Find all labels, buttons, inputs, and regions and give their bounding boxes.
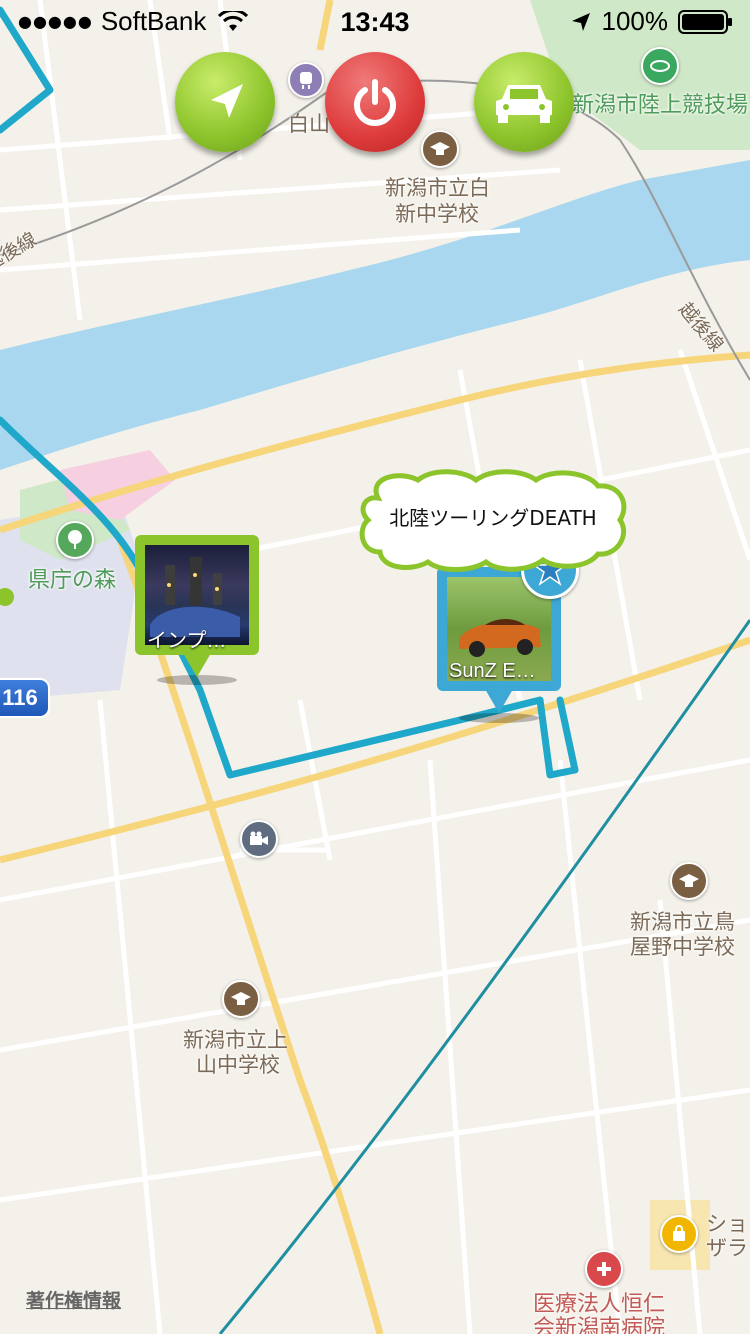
school-icon[interactable] [670, 862, 708, 900]
school-icon[interactable] [421, 130, 459, 168]
route-shield: 116 [0, 678, 50, 718]
car-icon [496, 85, 552, 123]
school-label-line2: 山中学校 [196, 1053, 280, 1077]
hospital-label-line1: 医療法人恒仁 [533, 1292, 666, 1317]
stadium-label: 新潟市陸上競技場 [572, 93, 749, 118]
school-label-line2: 屋野中学校 [630, 935, 735, 959]
car-button[interactable] [474, 52, 574, 152]
battery-percent: 100% [601, 6, 669, 36]
battery-icon [678, 9, 732, 34]
power-icon [354, 79, 396, 126]
school-label-line1: 新潟市立白 [385, 176, 490, 200]
photo-pin[interactable]: インプ… [135, 535, 259, 687]
station-label: 白山 [288, 112, 330, 136]
school-icon[interactable] [222, 980, 260, 1018]
shop-label-line1: ショ [706, 1212, 748, 1236]
copyright-link[interactable]: 著作権情報 [26, 1286, 121, 1313]
pin-pointer [485, 689, 513, 713]
power-button[interactable] [325, 52, 425, 152]
bubble-text: 北陸ツーリングDEATH [389, 506, 597, 530]
park-tree-icon[interactable] [56, 521, 94, 559]
status-bar: ●●●●● SoftBank 13:43 100% [0, 0, 750, 40]
shopping-bag-icon[interactable] [660, 1215, 698, 1253]
stadium-icon[interactable] [641, 47, 679, 85]
status-right: 100% [570, 6, 735, 37]
train-station-icon[interactable] [288, 62, 324, 98]
park-label: 県庁の森 [28, 568, 117, 593]
location-arrow-icon [211, 84, 243, 118]
shop-label-line2: ザラ [706, 1236, 748, 1260]
event-speech-bubble[interactable]: 北陸ツーリングDEATH [358, 468, 630, 574]
map-screen: 白山 新潟市陸上競技場 新潟市立白 新中学校 越後線 越後線 県庁の森 116 … [0, 0, 750, 1334]
pin-pointer [183, 653, 211, 677]
hospital-label-line2: 会新潟南病院 [533, 1316, 666, 1334]
location-services-icon [571, 12, 590, 31]
pin-caption: インプ… [147, 630, 227, 652]
map-canvas[interactable] [0, 0, 750, 1334]
hospital-icon[interactable] [585, 1250, 623, 1288]
movie-camera-icon[interactable] [240, 820, 278, 858]
location-button[interactable] [175, 52, 275, 152]
school-label-line1: 新潟市立鳥 [630, 910, 735, 934]
school-label-line2: 新中学校 [395, 202, 479, 226]
school-label-line1: 新潟市立上 [183, 1028, 288, 1052]
pin-caption: SunZ E… [449, 660, 536, 682]
